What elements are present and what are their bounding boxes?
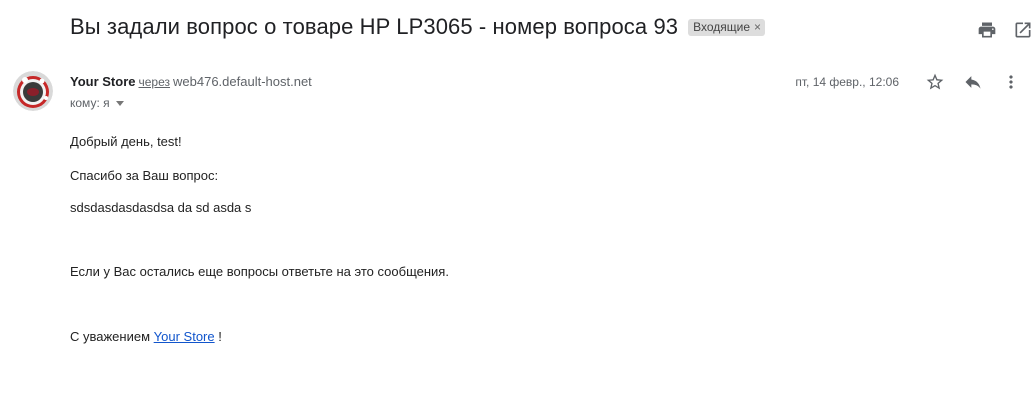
email-date[interactable]: пт, 14 февр., 12:06 [795,75,899,89]
email-view: Вы задали вопрос о товаре HP LP3065 - но… [0,0,1035,402]
body-greeting: Добрый день, test! [70,134,182,149]
inbox-label-chip[interactable]: Входящие × [688,18,766,36]
email-subject: Вы задали вопрос о товаре HP LP3065 - но… [70,14,679,39]
sender-name[interactable]: Your Store [70,74,136,89]
open-in-new-window-icon[interactable] [1011,18,1035,42]
recipient-details-chevron-down-icon[interactable] [115,100,124,106]
print-icon[interactable] [975,18,999,42]
recipient-line[interactable]: кому: я [70,96,124,110]
label-chip-text: Входящие [693,20,751,34]
via-label[interactable]: через [139,75,171,89]
signoff-suffix: ! [218,329,222,344]
star-icon[interactable] [923,70,947,94]
remove-label-button[interactable]: × [754,20,761,34]
recipient-text: кому: я [70,96,110,110]
sender-line: Your Store через web476.default-host.net [70,74,312,89]
body-signoff: С уважением Your Store ! [70,329,222,345]
thread-actions [963,18,1035,42]
body-question-text: sdsdasdasdasdsa da sd asda s [70,200,252,215]
body-followup: Если у Вас остались еще вопросы ответьте… [70,264,449,279]
store-link[interactable]: Your Store [154,329,215,344]
via-host: web476.default-host.net [173,74,312,89]
body-thanks: Спасибо за Ваш вопрос: [70,168,219,183]
more-vert-icon[interactable] [999,70,1023,94]
signoff-prefix: С уважением [70,329,151,344]
reply-icon[interactable] [961,70,985,94]
subject-row: Вы задали вопрос о товаре HP LP3065 - но… [70,14,766,40]
message-actions [909,70,1023,94]
sender-avatar[interactable] [13,71,53,111]
